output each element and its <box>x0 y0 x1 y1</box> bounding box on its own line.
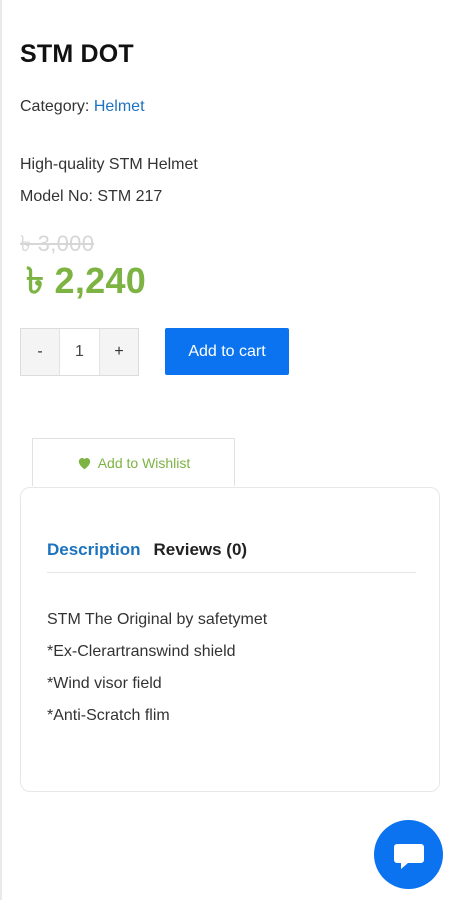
product-title: STM DOT <box>20 40 134 68</box>
category-label: Category: <box>20 98 90 115</box>
description-line: *Anti-Scratch flim <box>47 707 170 724</box>
category-link[interactable]: Helmet <box>94 98 145 115</box>
product-tabs: Description Reviews (0) <box>47 540 247 560</box>
add-to-cart-button[interactable]: Add to cart <box>165 328 289 375</box>
product-category: Category: Helmet <box>20 98 145 116</box>
quantity-stepper: - 1 + <box>20 328 139 376</box>
tabs-divider <box>47 572 416 573</box>
short-description-line-2: Model No: STM 217 <box>20 188 163 205</box>
description-line: STM The Original by safetymet <box>47 611 268 628</box>
chat-button[interactable] <box>374 820 443 889</box>
description-line: *Ex-Clerartranswind shield <box>47 643 236 660</box>
quantity-input[interactable]: 1 <box>59 329 100 375</box>
chat-bubble-icon <box>392 840 426 870</box>
description-content: STM The Original by safetymet *Ex-Clerar… <box>47 604 267 732</box>
wishlist-label: Add to Wishlist <box>97 454 191 471</box>
page-left-border <box>0 0 2 900</box>
tab-description[interactable]: Description <box>47 540 141 560</box>
heart-icon <box>77 456 92 470</box>
add-to-wishlist-button[interactable]: Add to Wishlist <box>32 438 235 486</box>
sale-price: ৳ 2,240 <box>26 260 147 301</box>
description-line: *Wind visor field <box>47 675 162 692</box>
quantity-decrease-button[interactable]: - <box>21 329 59 375</box>
short-description-line-1: High-quality STM Helmet <box>20 156 198 173</box>
product-tabs-panel: Description Reviews (0) STM The Original… <box>20 487 440 792</box>
tab-reviews[interactable]: Reviews (0) <box>154 540 248 560</box>
quantity-increase-button[interactable]: + <box>100 329 138 375</box>
